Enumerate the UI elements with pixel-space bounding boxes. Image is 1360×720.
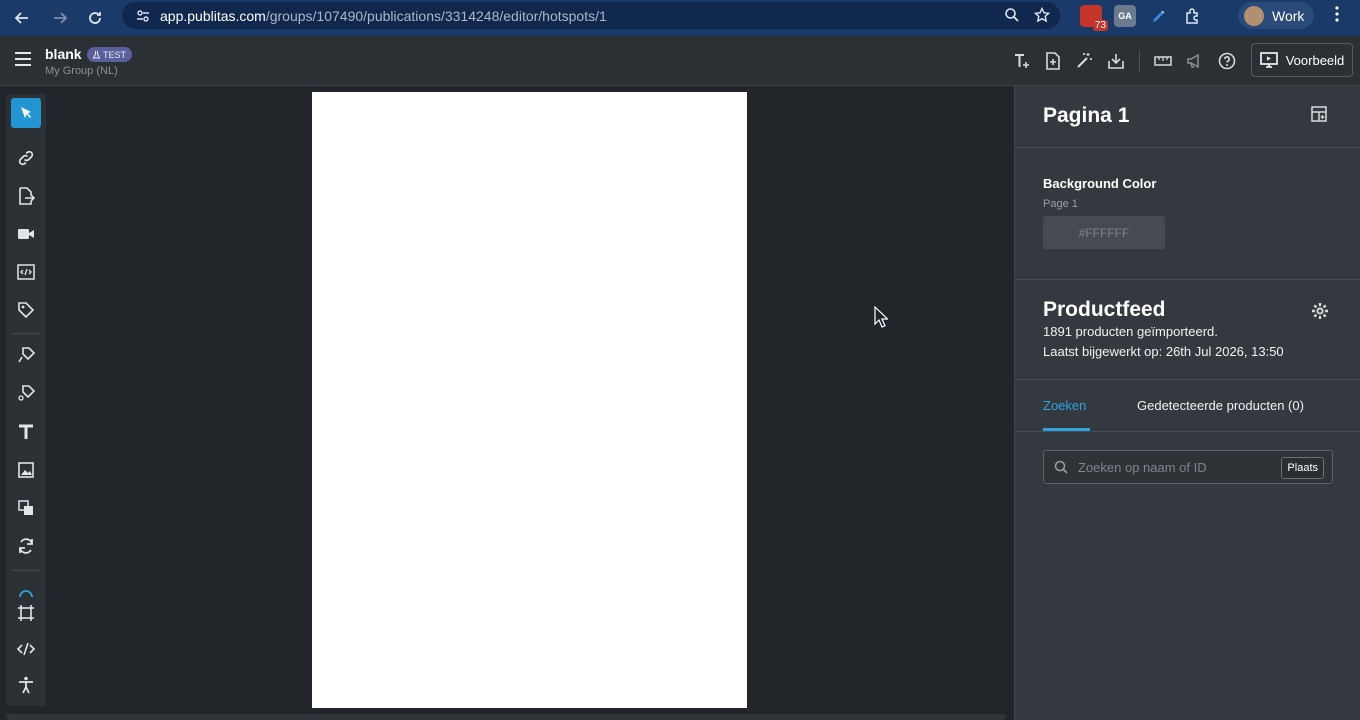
magic-wand-icon[interactable] [1075, 52, 1093, 70]
group-name: My Group (NL) [45, 65, 118, 77]
test-badge: TEST [87, 47, 133, 62]
address-bar[interactable]: app.publitas.com/groups/107490/publicati… [122, 2, 1060, 29]
zoom-icon[interactable] [1004, 7, 1020, 23]
monitor-icon [1259, 52, 1278, 68]
text-tool-icon[interactable] [11, 417, 41, 447]
toolbar-divider [1139, 50, 1140, 72]
text-add-icon[interactable] [1013, 52, 1031, 70]
search-input[interactable] [1078, 459, 1274, 475]
toolbar-divider [12, 570, 40, 571]
products-imported-text: 1891 producten geïmporteerd. [1043, 324, 1218, 339]
mouse-cursor-icon [874, 306, 888, 328]
flask-icon [93, 50, 100, 59]
page-add-icon[interactable] [1045, 52, 1061, 70]
refresh-tool-icon[interactable] [11, 531, 41, 561]
url-text: app.publitas.com/groups/107490/publicati… [160, 8, 607, 24]
reload-icon[interactable] [77, 0, 113, 36]
url-host: app.publitas.com [160, 7, 266, 24]
app-header: blank TEST My Group (NL) Voorbeeld [0, 36, 1360, 86]
megaphone-icon[interactable] [1186, 52, 1204, 70]
tag-tool-icon[interactable] [11, 295, 41, 325]
forward-icon[interactable] [42, 0, 78, 36]
background-color-input[interactable]: #FFFFFF [1043, 216, 1165, 249]
puzzle-extensions-icon[interactable] [1182, 5, 1204, 27]
tag-edit-tool-icon[interactable] [11, 340, 41, 370]
help-icon[interactable] [1218, 52, 1236, 70]
last-updated-text: Laatst bijgewerkt op: 26th Jul 2026, 13:… [1043, 344, 1284, 359]
layers-tool-icon[interactable] [11, 493, 41, 523]
ruler-icon[interactable] [1154, 55, 1172, 67]
crop-frame-tool-icon[interactable] [11, 598, 41, 628]
image-tool-icon[interactable] [11, 455, 41, 485]
preview-button[interactable]: Voorbeeld [1251, 43, 1353, 77]
profile-chip[interactable]: Work [1238, 2, 1314, 29]
browser-bar: app.publitas.com/groups/107490/publicati… [0, 0, 1360, 36]
preview-label: Voorbeeld [1285, 52, 1345, 68]
link-tool-icon[interactable] [11, 143, 41, 173]
left-toolbar [6, 94, 46, 706]
browser-menu-icon[interactable] [1330, 4, 1344, 24]
extension-badge: 73 [1092, 20, 1108, 31]
background-page-label: Page 1 [1043, 198, 1078, 210]
code-tool-icon[interactable] [11, 634, 41, 664]
layout-add-icon[interactable] [1311, 106, 1327, 122]
background-color-label: Background Color [1043, 176, 1157, 191]
profile-name: Work [1272, 7, 1305, 24]
bookmark-star-icon[interactable] [1034, 7, 1050, 23]
test-badge-label: TEST [103, 49, 127, 60]
productfeed-title: Productfeed [1043, 298, 1166, 321]
extensions-area: 73 GA [1080, 2, 1204, 31]
product-search: Plaats [1043, 450, 1333, 484]
back-icon[interactable] [4, 0, 40, 36]
page-link-tool-icon[interactable] [11, 181, 41, 211]
avatar [1244, 5, 1264, 26]
background-section [1015, 148, 1360, 280]
tag-settings-tool-icon[interactable] [11, 378, 41, 408]
calendar-extension-icon[interactable]: 73 [1080, 5, 1108, 31]
publication-title: blank [45, 46, 82, 62]
header-toolbar [1013, 50, 1236, 72]
pen-extension-icon[interactable] [1148, 5, 1170, 27]
ga-extension-icon[interactable]: GA [1114, 5, 1136, 27]
properties-panel: Pagina 1 Background Color Page 1 #FFFFFF… [1014, 86, 1360, 720]
horizontal-scrollbar[interactable] [6, 714, 1006, 720]
page-section: Pagina 1 [1015, 86, 1360, 148]
toolbar-divider [12, 333, 40, 334]
hamburger-menu-icon[interactable] [14, 51, 32, 67]
publication-page[interactable] [312, 92, 747, 708]
search-icon [1054, 460, 1068, 474]
embed-tool-icon[interactable] [11, 257, 41, 287]
tabs-divider [1015, 380, 1360, 432]
video-tool-icon[interactable] [11, 219, 41, 249]
select-tool-icon[interactable] [11, 98, 41, 128]
gear-icon[interactable] [1311, 302, 1329, 320]
url-path: /groups/107490/publications/3314248/edit… [265, 7, 607, 24]
page-title: Pagina 1 [1043, 104, 1130, 127]
download-icon[interactable] [1107, 52, 1125, 70]
site-info-icon[interactable] [136, 9, 150, 23]
place-button[interactable]: Plaats [1281, 457, 1324, 479]
accessibility-tool-icon[interactable] [11, 670, 41, 700]
